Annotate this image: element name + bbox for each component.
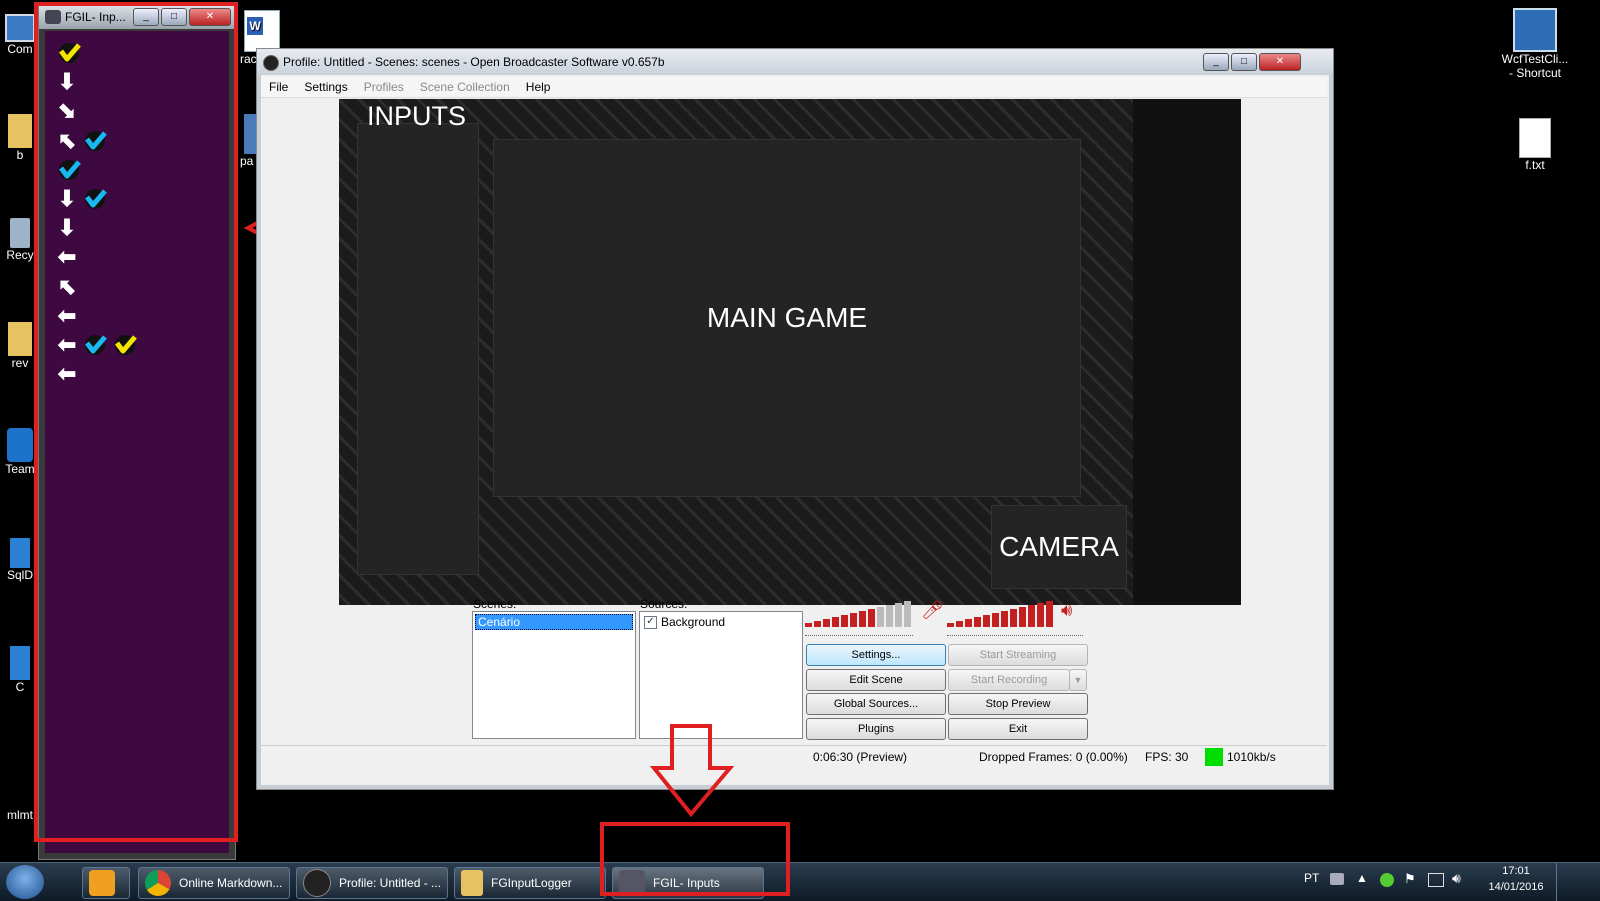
status-time: 0:06:30 (Preview)	[813, 750, 908, 764]
tray-app-icon[interactable]	[1380, 873, 1394, 887]
taskbar-button-fginputlogger[interactable]: FGInputLogger	[454, 867, 606, 899]
desktop-volume-meter[interactable]	[947, 599, 1053, 627]
microphone-icon[interactable]: 🎤︎	[921, 600, 944, 622]
menu-scene-collection[interactable]: Scene Collection	[412, 77, 518, 97]
obs-close-button[interactable]: ✕	[1259, 53, 1301, 71]
windows-orb-icon[interactable]	[6, 865, 44, 899]
clock-date[interactable]: 14/01/2016	[1480, 881, 1552, 893]
taskbar-button-label: FGInputLogger	[491, 876, 572, 890]
obs-menubar: File Settings Profiles Scene Collection …	[261, 77, 1327, 98]
start-streaming-button[interactable]: Start Streaming	[948, 644, 1088, 666]
main-game-panel: MAIN GAME	[493, 139, 1081, 497]
taskbar-button-label: Online Markdown...	[179, 876, 283, 890]
main-game-label: MAIN GAME	[706, 302, 868, 333]
annotation-arrow-down	[650, 724, 734, 818]
chrome-icon	[145, 870, 171, 896]
taskbar-button-chrome[interactable]: Online Markdown...	[138, 867, 290, 899]
taskbar-button-obs[interactable]: Profile: Untitled - ...	[296, 867, 448, 899]
scenes-label: Scenes:	[473, 597, 517, 611]
sources-list[interactable]: ✓ Background	[639, 611, 803, 739]
annotation-box-fgil	[34, 2, 238, 842]
taskbar: Online Markdown... Profile: Untitled - .…	[0, 862, 1600, 901]
source-checkbox[interactable]: ✓	[644, 615, 657, 629]
menu-profiles[interactable]: Profiles	[356, 77, 412, 97]
start-recording-button[interactable]: Start Recording	[948, 669, 1070, 691]
desktop-icon-label: f.txt	[1525, 158, 1545, 172]
global-sources-button[interactable]: Global Sources...	[806, 693, 946, 715]
desktop-icon-wcftestclient[interactable]: WcfTestCli... - Shortcut	[1490, 8, 1580, 80]
exit-button[interactable]: Exit	[948, 718, 1088, 740]
taskbar-button-label: Profile: Untitled - ...	[339, 876, 442, 890]
menu-settings[interactable]: Settings	[296, 77, 355, 97]
inputs-label: INPUTS	[367, 101, 467, 131]
tray-expand-icon[interactable]: ▲	[1356, 871, 1368, 885]
outlook-icon	[89, 870, 115, 896]
status-dropped-frames: Dropped Frames: 0 (0.00%)	[979, 750, 1128, 764]
scene-item[interactable]: Cenário	[475, 614, 633, 630]
desktop-volume-slider[interactable]	[947, 631, 1083, 636]
clock-time[interactable]: 17:01	[1486, 865, 1546, 877]
obs-titlebar[interactable]: Profile: Untitled - Scenes: scenes - Ope…	[257, 49, 1333, 75]
obs-statusbar: 0:06:30 (Preview) Dropped Frames: 0 (0.0…	[261, 745, 1327, 768]
show-desktop-button[interactable]	[1556, 863, 1569, 901]
network-icon[interactable]	[1428, 873, 1444, 887]
mic-volume-meter[interactable]	[805, 599, 911, 627]
sources-label: Sources:	[640, 597, 688, 611]
obs-minimize-button[interactable]: _	[1203, 53, 1229, 71]
folder-icon	[461, 870, 483, 896]
camera-label: CAMERA	[999, 531, 1119, 562]
menu-help[interactable]: Help	[518, 77, 559, 97]
source-item[interactable]: ✓ Background	[644, 615, 798, 629]
annotation-box-taskbar	[600, 822, 790, 896]
speaker-icon[interactable]: 🔊︎	[1061, 600, 1083, 622]
volume-icon[interactable]: 🔊︎	[1452, 870, 1461, 887]
action-center-flag-icon[interactable]: ⚑	[1404, 871, 1416, 887]
bitrate-indicator	[1205, 748, 1223, 766]
edit-scene-button[interactable]: Edit Scene	[806, 669, 946, 691]
source-label: Background	[661, 615, 726, 629]
obs-icon	[263, 55, 279, 71]
obs-preview[interactable]: INPUTS MAIN GAME CAMERA	[339, 99, 1241, 605]
obs-window[interactable]: Profile: Untitled - Scenes: scenes - Ope…	[256, 48, 1334, 790]
status-fps: FPS: 30	[1145, 750, 1189, 764]
inputs-panel	[357, 123, 479, 575]
obs-maximize-button[interactable]: □	[1231, 53, 1257, 71]
menu-file[interactable]: File	[261, 77, 296, 97]
scenes-list[interactable]: Cenário	[472, 611, 636, 739]
camera-panel: CAMERA	[991, 505, 1127, 589]
mic-volume-slider[interactable]	[805, 631, 913, 636]
plugins-button[interactable]: Plugins	[806, 718, 946, 740]
stop-preview-button[interactable]: Stop Preview	[948, 693, 1088, 715]
recording-dropdown-chevron-icon[interactable]: ▼	[1069, 669, 1087, 691]
taskbar-button-outlook[interactable]	[82, 867, 130, 899]
language-indicator[interactable]: PT	[1304, 871, 1319, 885]
keyboard-icon[interactable]	[1330, 873, 1344, 885]
status-bitrate: 1010kb/s	[1227, 750, 1276, 764]
desktop-icon-label: WcfTestCli... - Shortcut	[1501, 52, 1569, 80]
obs-title: Profile: Untitled - Scenes: scenes - Ope…	[283, 55, 665, 69]
desktop-icon-ftxt[interactable]: f.txt	[1500, 118, 1570, 172]
obs-icon	[303, 869, 331, 897]
settings-button[interactable]: Settings...	[806, 644, 946, 666]
